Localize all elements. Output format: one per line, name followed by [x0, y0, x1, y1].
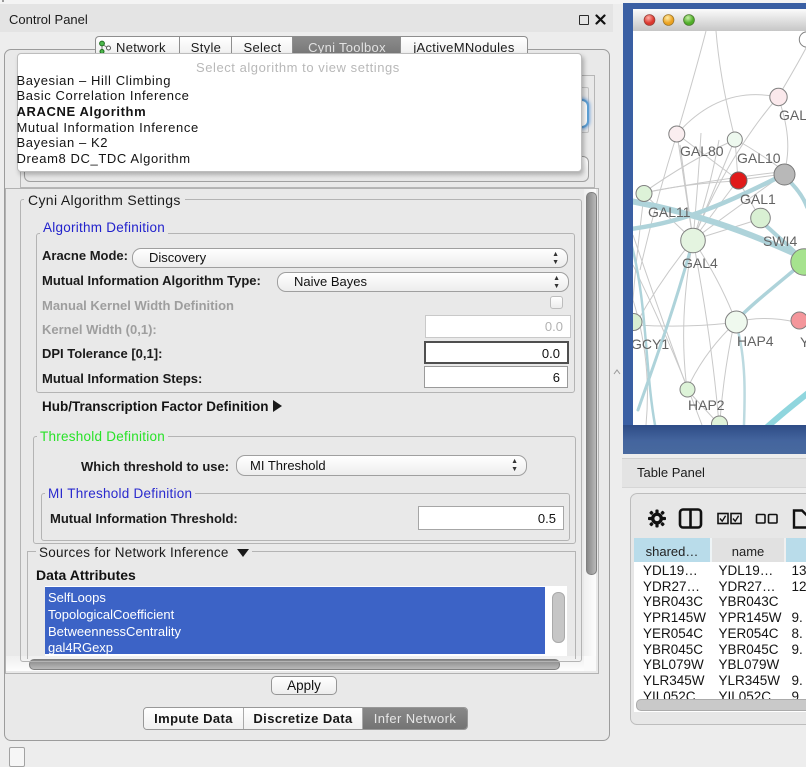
- svg-text:GAL10: GAL10: [737, 150, 781, 166]
- svg-text:GAL1: GAL1: [740, 191, 776, 207]
- svg-text:SWI4: SWI4: [763, 233, 797, 249]
- svg-text:GAL4: GAL4: [682, 255, 718, 271]
- svg-text:GCY1: GCY1: [633, 336, 669, 352]
- svg-text:HAP2: HAP2: [688, 397, 725, 413]
- svg-text:Y: Y: [800, 334, 806, 350]
- svg-text:GAL80: GAL80: [680, 143, 724, 159]
- svg-text:GAL: GAL: [779, 107, 806, 123]
- svg-text:GAL11: GAL11: [648, 204, 691, 220]
- svg-text:HAP4: HAP4: [737, 333, 774, 349]
